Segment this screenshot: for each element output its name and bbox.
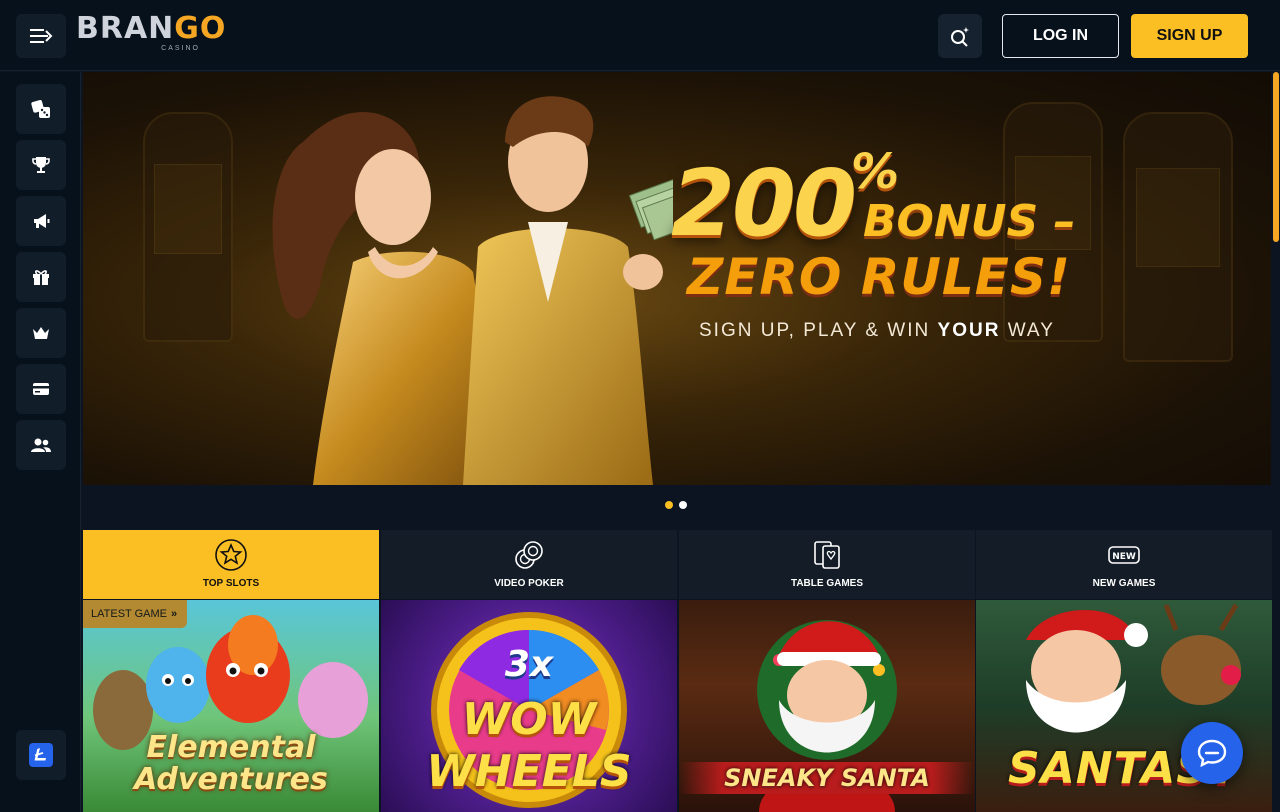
chips-icon	[515, 541, 543, 569]
game-title: WHEELS	[426, 746, 632, 797]
tab-label: VIDEO POKER	[494, 578, 564, 589]
sidebar-item-affiliates[interactable]	[16, 420, 66, 470]
search-sparkle-icon	[951, 27, 969, 47]
tab-video-poker[interactable]: VIDEO POKER	[381, 530, 677, 599]
couple-illustration	[272, 96, 673, 485]
logo-subtitle: CASINO	[161, 45, 200, 52]
dice-icon	[31, 100, 50, 118]
game-title: Elemental	[146, 730, 316, 765]
svg-text:NEW: NEW	[1112, 552, 1136, 562]
sidebar-item-promotions[interactable]	[16, 196, 66, 246]
game-tile-elemental-adventures[interactable]: Elemental Adventures	[83, 600, 379, 812]
sidebar-item-vip[interactable]	[16, 308, 66, 358]
users-icon	[31, 438, 51, 452]
slot-machine-bg	[1123, 112, 1233, 362]
tab-new-games[interactable]: NEW NEW GAMES	[976, 530, 1272, 599]
carousel-dot-1[interactable]	[665, 501, 673, 509]
tagline-part: WAY	[1000, 320, 1055, 341]
badge-text: LATEST GAME	[91, 608, 168, 620]
tagline-emphasis: YOUR	[937, 320, 1001, 341]
card-icon	[33, 383, 49, 395]
game-tile-wow-wheels[interactable]: 3x WOW WHEELS	[381, 600, 677, 812]
brand-logo[interactable]: BRANGO CASINO	[76, 11, 225, 56]
latest-game-badge: LATEST GAME »	[83, 600, 188, 628]
double-chevron-icon: »	[171, 608, 178, 620]
banner-tagline: SIGN UP, PLAY & WIN YOUR WAY	[699, 320, 1055, 342]
currency-selector[interactable]	[16, 730, 66, 780]
game-title: SNEAKY SANTA	[679, 762, 975, 794]
game-title: WOW	[461, 694, 597, 745]
sidebar-item-bonuses[interactable]	[16, 252, 66, 302]
slot-machine-bg	[143, 112, 233, 342]
litecoin-icon	[29, 743, 53, 767]
sidebar-item-tournaments[interactable]	[16, 140, 66, 190]
tab-table-games[interactable]: TABLE GAMES	[679, 530, 975, 599]
trophy-icon	[32, 157, 50, 173]
chat-bubble-icon	[1197, 739, 1227, 768]
gift-icon	[33, 270, 49, 285]
star-icon	[215, 539, 247, 571]
cards-icon	[814, 541, 840, 569]
banner-zero-rules: ZERO RULES!	[687, 248, 1071, 306]
top-header: BRANGO CASINO LOG IN SIGN UP	[0, 0, 1280, 71]
tab-label: NEW GAMES	[1092, 578, 1156, 589]
sidebar-item-games[interactable]	[16, 84, 66, 134]
live-chat-button[interactable]	[1181, 722, 1243, 784]
megaphone-icon	[34, 214, 50, 228]
signup-button[interactable]: SIGN UP	[1131, 14, 1248, 58]
logo-text-main: BRAN	[76, 11, 175, 46]
left-sidebar	[0, 72, 81, 812]
game-tile-sneaky-santa[interactable]: SNEAKY SANTA	[679, 600, 975, 812]
game-title: Adventures	[134, 762, 328, 797]
tab-top-slots[interactable]: TOP SLOTS	[83, 530, 379, 599]
game-tile-santastic[interactable]: SANTAST	[976, 600, 1272, 812]
banner-bonus-label: BONUS –	[863, 196, 1076, 247]
tab-label: TABLE GAMES	[790, 578, 864, 589]
promo-banner[interactable]: 200 % BONUS – ZERO RULES! SIGN UP, PLAY …	[83, 72, 1271, 485]
tab-label: TOP SLOTS	[202, 578, 260, 589]
banner-bonus-amount: 200	[671, 150, 857, 257]
sidebar-item-payments[interactable]	[16, 364, 66, 414]
page-scrollbar[interactable]	[1272, 72, 1280, 812]
scrollbar-thumb[interactable]	[1273, 72, 1279, 242]
menu-toggle-button[interactable]	[16, 14, 66, 58]
tagline-part: SIGN UP, PLAY & WIN	[699, 320, 938, 341]
menu-arrow-icon	[30, 29, 53, 43]
login-button[interactable]: LOG IN	[1002, 14, 1119, 58]
banner-percent: %	[851, 144, 900, 200]
game-title: 3x	[504, 644, 554, 685]
crown-icon	[33, 327, 49, 339]
search-button[interactable]	[938, 14, 982, 58]
carousel-dot-2[interactable]	[679, 501, 687, 509]
new-badge-icon: NEW	[1108, 546, 1140, 564]
carousel-dots	[665, 501, 687, 509]
logo-text-accent: GO	[174, 11, 227, 46]
